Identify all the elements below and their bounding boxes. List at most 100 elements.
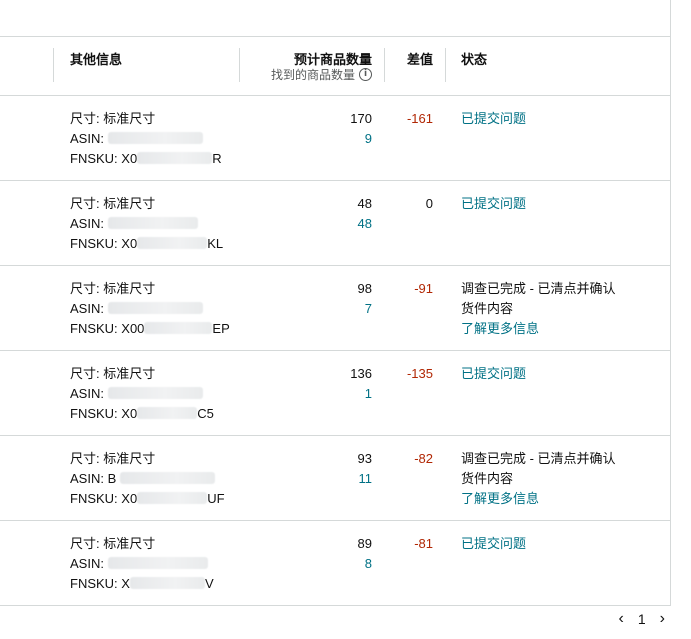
header-divider — [53, 48, 54, 82]
table-header: 其他信息 预计商品数量 找到的商品数量 i 差值 状态 — [0, 36, 670, 96]
current-page[interactable]: 1 — [638, 611, 646, 627]
redacted-fnsku — [129, 577, 205, 589]
expected-qty: 98 — [357, 281, 372, 296]
qty-cell: 93 11 — [358, 449, 372, 489]
redacted-asin — [107, 132, 203, 144]
item-size: 尺寸: 标准尺寸 — [70, 536, 156, 551]
fnsku-tail: UF — [207, 491, 225, 506]
redacted-asin — [119, 472, 215, 484]
found-qty: 9 — [364, 131, 372, 146]
table-row: 尺寸: 标准尺寸 ASIN: FNSKU: X0 R 170 9 -161 已提交… — [0, 96, 670, 181]
fnsku-label: FNSKU: X0 — [70, 236, 138, 251]
qty-cell: 136 1 — [350, 364, 372, 404]
status-link[interactable]: 已提交问题 — [461, 534, 651, 554]
item-size: 尺寸: 标准尺寸 — [70, 196, 156, 211]
header-divider — [239, 48, 240, 82]
found-qty: 1 — [364, 386, 372, 401]
item-fnsku: FNSKU: X0 UF — [70, 489, 225, 509]
redacted-asin — [107, 217, 198, 229]
item-info: 尺寸: 标准尺寸 ASIN: B FNSKU: X0 UF — [70, 449, 225, 509]
header-diff: 差值 — [406, 52, 433, 67]
found-qty: 8 — [364, 556, 372, 571]
redacted-asin — [107, 557, 208, 569]
fnsku-tail: KL — [207, 236, 224, 251]
qty-cell: 170 9 — [350, 109, 372, 149]
table-row: 尺寸: 标准尺寸 ASIN: B FNSKU: X0 UF 93 11 -82 调… — [0, 436, 670, 521]
pagination: ‹ 1 › — [619, 610, 665, 628]
status-cell: 已提交问题 — [461, 364, 651, 384]
table-row: 尺寸: 标准尺寸 ASIN: FNSKU: X0 C5 136 1 -135 已提… — [0, 351, 670, 436]
qty-cell: 48 48 — [358, 194, 372, 234]
diff-value: -81 — [414, 536, 433, 551]
item-info: 尺寸: 标准尺寸 ASIN: FNSKU: X0 R — [70, 109, 222, 169]
header-divider — [445, 48, 446, 82]
expected-qty: 93 — [357, 451, 372, 466]
item-fnsku: FNSKU: X0 C5 — [70, 404, 214, 424]
qty-cell: 89 8 — [358, 534, 372, 574]
item-size: 尺寸: 标准尺寸 — [70, 281, 156, 296]
learn-more-link[interactable]: 了解更多信息 — [461, 319, 651, 339]
fnsku-tail: C5 — [197, 406, 214, 421]
status-link[interactable]: 已提交问题 — [461, 364, 651, 384]
fnsku-label: FNSKU: X0 — [70, 406, 138, 421]
table-row: 尺寸: 标准尺寸 ASIN: FNSKU: X0 KL 48 48 0 已提交问题 — [0, 181, 670, 266]
item-asin: ASIN: — [70, 214, 223, 234]
item-fnsku: FNSKU: X0 R — [70, 149, 222, 169]
header-found-qty-label: 找到的商品数量 — [270, 68, 355, 82]
status-link[interactable]: 已提交问题 — [461, 194, 651, 214]
fnsku-tail: R — [212, 151, 222, 166]
status-link[interactable]: 已提交问题 — [461, 109, 651, 129]
status-cell: 调查已完成 - 已清点并确认 货件内容 了解更多信息 — [461, 449, 651, 509]
found-qty: 11 — [358, 471, 373, 486]
info-icon[interactable]: i — [359, 68, 372, 81]
diff-value: -161 — [406, 111, 433, 126]
fnsku-label: FNSKU: X — [70, 576, 130, 591]
expected-qty: 89 — [357, 536, 372, 551]
chevron-left-icon[interactable]: ‹ — [619, 610, 624, 628]
item-fnsku: FNSKU: X V — [70, 574, 214, 594]
table-body: 尺寸: 标准尺寸 ASIN: FNSKU: X0 R 170 9 -161 已提交… — [0, 96, 670, 606]
item-info: 尺寸: 标准尺寸 ASIN: FNSKU: X0 C5 — [70, 364, 214, 424]
item-info: 尺寸: 标准尺寸 ASIN: FNSKU: X0 KL — [70, 194, 223, 254]
status-text-line2: 货件内容 — [461, 301, 514, 316]
status-cell: 已提交问题 — [461, 534, 651, 554]
status-cell: 已提交问题 — [461, 194, 651, 214]
redacted-fnsku — [137, 152, 213, 164]
status-text: 调查已完成 - 已清点并确认 — [461, 451, 616, 466]
table-row: 尺寸: 标准尺寸 ASIN: FNSKU: X V 89 8 -81 已提交问题 — [0, 521, 670, 606]
status-text: 调查已完成 - 已清点并确认 — [461, 281, 616, 296]
item-info: 尺寸: 标准尺寸 ASIN: FNSKU: X V — [70, 534, 214, 594]
redacted-fnsku — [137, 237, 208, 249]
qty-cell: 98 7 — [358, 279, 372, 319]
fnsku-tail: EP — [212, 321, 230, 336]
asin-label: ASIN: — [70, 556, 104, 571]
fnsku-label: FNSKU: X00 — [70, 321, 145, 336]
top-area — [0, 0, 671, 36]
fnsku-label: FNSKU: X0 — [70, 151, 138, 166]
diff-value: -82 — [414, 451, 433, 466]
item-asin: ASIN: — [70, 554, 214, 574]
item-fnsku: FNSKU: X0 KL — [70, 234, 223, 254]
chevron-right-icon[interactable]: › — [660, 610, 665, 628]
diff-value: 0 — [425, 196, 433, 211]
asin-label: ASIN: — [70, 386, 104, 401]
header-found-qty: 找到的商品数量 i — [271, 66, 372, 83]
table-row: 尺寸: 标准尺寸 ASIN: FNSKU: X00 EP 98 7 -91 调查已… — [0, 266, 670, 351]
status-cell: 已提交问题 — [461, 109, 651, 129]
item-size: 尺寸: 标准尺寸 — [70, 451, 156, 466]
item-asin: ASIN: — [70, 299, 230, 319]
found-qty: 48 — [357, 216, 372, 231]
redacted-fnsku — [137, 492, 208, 504]
item-fnsku: FNSKU: X00 EP — [70, 319, 230, 339]
item-asin: ASIN: — [70, 384, 214, 404]
item-info: 尺寸: 标准尺寸 ASIN: FNSKU: X00 EP — [70, 279, 230, 339]
redacted-asin — [107, 302, 203, 314]
item-size: 尺寸: 标准尺寸 — [70, 111, 156, 126]
header-divider — [384, 48, 385, 82]
expected-qty: 48 — [357, 196, 372, 211]
asin-label: ASIN: — [70, 216, 104, 231]
asin-label: ASIN: — [70, 131, 104, 146]
asin-label: ASIN: — [70, 301, 104, 316]
learn-more-link[interactable]: 了解更多信息 — [461, 489, 651, 509]
redacted-fnsku — [144, 322, 213, 334]
